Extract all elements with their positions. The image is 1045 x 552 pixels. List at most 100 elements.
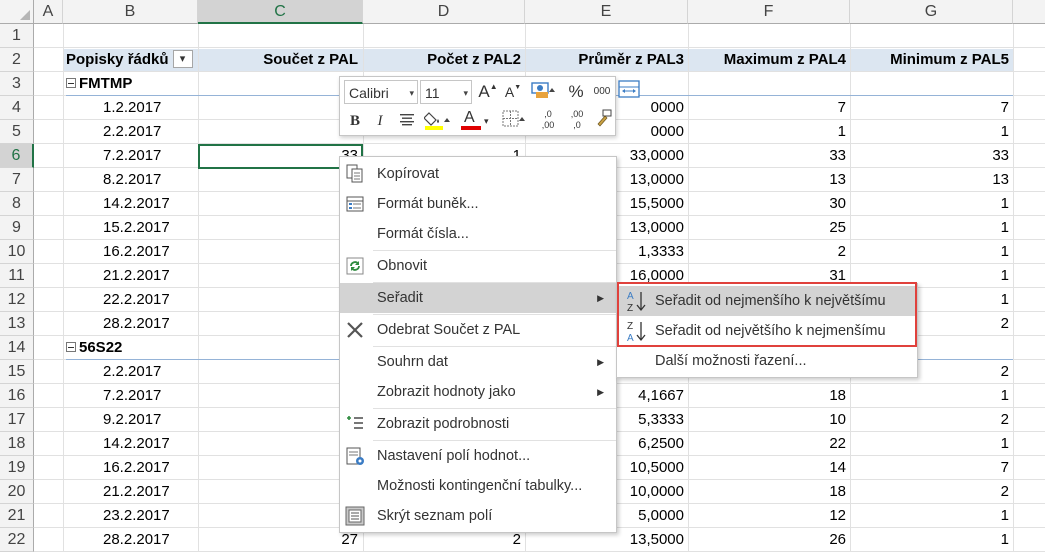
decrease-decimal-button[interactable]: ,00,0	[564, 109, 590, 133]
table-cell-b[interactable]: 23.2.2017	[63, 504, 198, 528]
menu-item-show-values-as[interactable]: Zobrazit hodnoty jako ▶	[340, 377, 616, 407]
table-cell-g[interactable]: 1	[850, 240, 1009, 264]
table-cell-c[interactable]: 27	[198, 528, 358, 552]
menu-item-summarize[interactable]: Souhrn dat ▶	[340, 347, 616, 377]
pivot-header-d[interactable]: Počet z PAL2	[363, 48, 521, 72]
pivot-header-c[interactable]: Součet z PAL	[198, 48, 358, 72]
row-header[interactable]: 4	[0, 96, 34, 120]
align-center-button[interactable]	[396, 109, 418, 133]
column-header-g[interactable]: G	[850, 0, 1013, 24]
menu-item-remove-field[interactable]: Odebrat Součet z PAL	[340, 315, 616, 345]
pivot-header-g[interactable]: Minimum z PAL5	[850, 48, 1009, 72]
table-cell-b[interactable]: 21.2.2017	[63, 480, 198, 504]
font-name-combo[interactable]: Calibri ▾	[344, 80, 418, 104]
row-header[interactable]: 11	[0, 264, 34, 288]
format-painter-button[interactable]	[593, 109, 615, 133]
table-cell-f[interactable]: 25	[688, 216, 846, 240]
table-cell-f[interactable]: 18	[688, 384, 846, 408]
table-cell-b[interactable]: 8.2.2017	[63, 168, 198, 192]
menu-item-number-format[interactable]: Formát čísla...	[340, 219, 616, 249]
table-cell-f[interactable]: 18	[688, 480, 846, 504]
table-cell-b[interactable]: 16.2.2017	[63, 456, 198, 480]
table-cell-g[interactable]: 1	[850, 192, 1009, 216]
table-cell-g[interactable]: 7	[850, 96, 1009, 120]
menu-item-refresh[interactable]: Obnovit	[340, 251, 616, 281]
table-cell-b[interactable]: 1.2.2017	[63, 96, 198, 120]
table-cell-f[interactable]: 10	[688, 408, 846, 432]
increase-decimal-button[interactable]: ,0,00	[535, 109, 561, 133]
table-cell-f[interactable]: 13	[688, 168, 846, 192]
table-cell-b[interactable]: 28.2.2017	[63, 312, 198, 336]
row-header[interactable]: 22	[0, 528, 34, 552]
row-header[interactable]: 3	[0, 72, 34, 96]
font-color-button[interactable]: A ▾	[461, 109, 495, 133]
percent-style-button[interactable]: %	[566, 80, 586, 104]
row-header[interactable]: 13	[0, 312, 34, 336]
fill-color-button[interactable]	[422, 109, 456, 133]
row-header[interactable]: 14	[0, 336, 34, 360]
row-header[interactable]: 12	[0, 288, 34, 312]
table-cell-g[interactable]: 1	[850, 216, 1009, 240]
table-cell-f[interactable]: 30	[688, 192, 846, 216]
comma-style-button[interactable]: 000	[590, 80, 614, 104]
table-cell-g[interactable]: 13	[850, 168, 1009, 192]
row-header[interactable]: 1	[0, 24, 34, 48]
borders-button[interactable]	[500, 109, 530, 133]
increase-font-size-button[interactable]: A▲	[478, 80, 498, 104]
table-cell-g[interactable]: 1	[850, 528, 1009, 552]
table-cell-b[interactable]: 16.2.2017	[63, 240, 198, 264]
accounting-format-button[interactable]	[527, 80, 561, 104]
table-cell-b[interactable]: 28.2.2017	[63, 528, 198, 552]
table-cell-f[interactable]: 14	[688, 456, 846, 480]
collapse-icon[interactable]	[66, 78, 76, 89]
column-header-f[interactable]: F	[688, 0, 850, 24]
table-cell-f[interactable]: 12	[688, 504, 846, 528]
table-cell-f[interactable]: 2	[688, 240, 846, 264]
row-header[interactable]: 21	[0, 504, 34, 528]
table-cell-b[interactable]: 14.2.2017	[63, 432, 198, 456]
column-header-d[interactable]: D	[363, 0, 525, 24]
menu-item-value-field-settings[interactable]: Nastavení polí hodnot...	[340, 441, 616, 471]
row-header[interactable]: 17	[0, 408, 34, 432]
row-header[interactable]: 9	[0, 216, 34, 240]
row-header[interactable]: 6	[0, 144, 34, 168]
table-cell-f[interactable]: 1	[688, 120, 846, 144]
table-cell-b[interactable]: 22.2.2017	[63, 288, 198, 312]
row-header[interactable]: 2	[0, 48, 34, 72]
row-header[interactable]: 19	[0, 456, 34, 480]
menu-item-sort[interactable]: Seřadit ▶	[340, 283, 616, 313]
table-cell-b[interactable]: 21.2.2017	[63, 264, 198, 288]
pivot-row-labels-header[interactable]: Popisky řádků ▾	[66, 48, 198, 72]
row-header[interactable]: 20	[0, 480, 34, 504]
table-cell-g[interactable]: 1	[850, 384, 1009, 408]
font-size-combo[interactable]: 11 ▾	[420, 80, 472, 104]
column-header-b[interactable]: B	[63, 0, 198, 24]
menu-item-show-details[interactable]: Zobrazit podrobnosti	[340, 409, 616, 439]
row-header[interactable]: 18	[0, 432, 34, 456]
bold-button[interactable]: B	[345, 109, 365, 133]
table-cell-b[interactable]: 15.2.2017	[63, 216, 198, 240]
table-cell-b[interactable]: 2.2.2017	[63, 360, 198, 384]
table-cell-f[interactable]: 26	[688, 528, 846, 552]
pivot-header-e[interactable]: Průměr z PAL3	[525, 48, 684, 72]
table-cell-b[interactable]: 14.2.2017	[63, 192, 198, 216]
table-cell-g[interactable]: 2	[850, 480, 1009, 504]
select-all-corner[interactable]	[0, 0, 34, 24]
table-cell-b[interactable]: 7.2.2017	[63, 144, 198, 168]
table-cell-b[interactable]: 7.2.2017	[63, 384, 198, 408]
table-cell-g[interactable]: 2	[850, 408, 1009, 432]
column-header-a[interactable]: A	[34, 0, 63, 24]
decrease-font-size-button[interactable]: A▼	[503, 80, 523, 104]
menu-item-copy[interactable]: Kopírovat	[340, 159, 616, 189]
table-cell-g[interactable]: 7	[850, 456, 1009, 480]
table-cell-g[interactable]: 33	[850, 144, 1009, 168]
table-cell-g[interactable]: 1	[850, 504, 1009, 528]
row-header[interactable]: 7	[0, 168, 34, 192]
table-cell-f[interactable]: 22	[688, 432, 846, 456]
menu-item-hide-field-list[interactable]: Skrýt seznam polí	[340, 501, 616, 531]
table-cell-f[interactable]: 33	[688, 144, 846, 168]
row-labels-filter-button[interactable]: ▾	[172, 50, 193, 69]
row-header[interactable]: 10	[0, 240, 34, 264]
table-cell-g[interactable]: 1	[850, 120, 1009, 144]
collapse-icon[interactable]	[66, 342, 76, 353]
